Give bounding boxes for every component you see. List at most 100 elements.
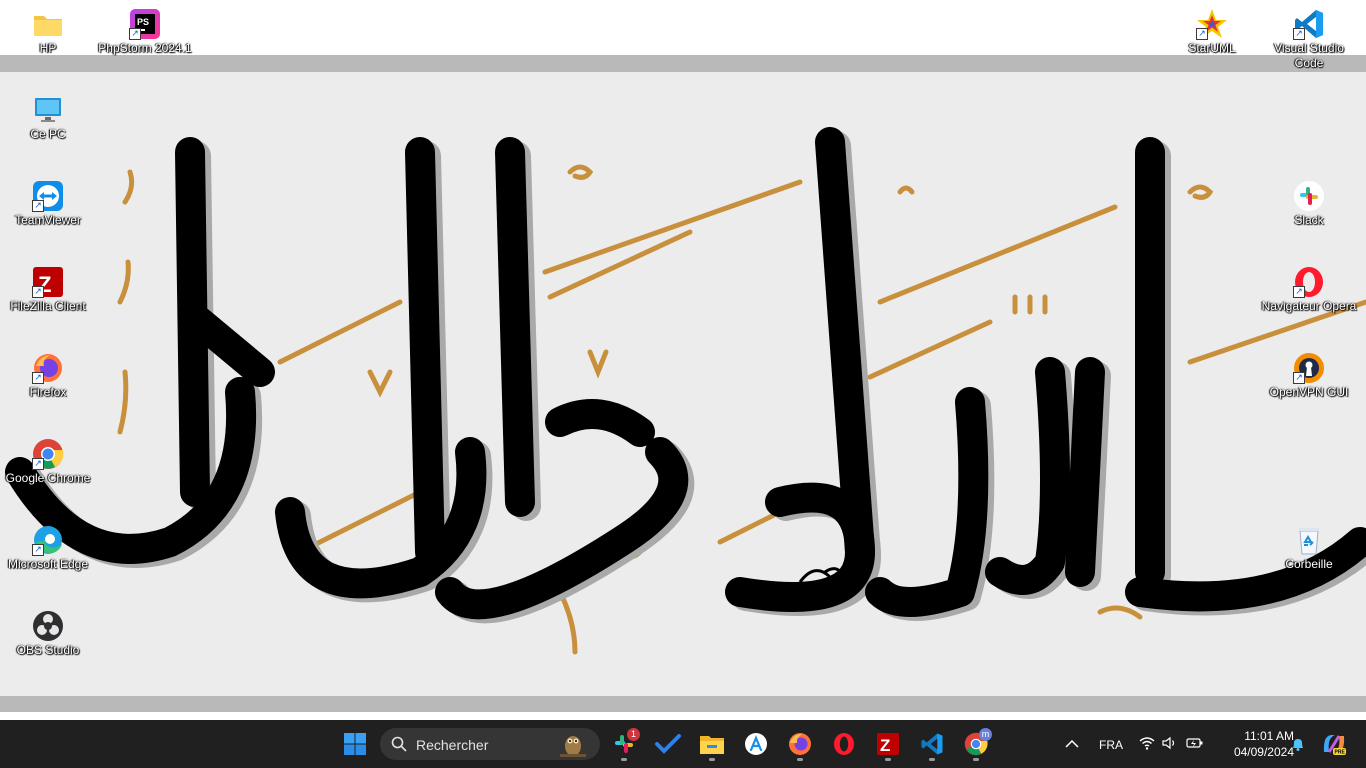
desktop-icon-label: Navigateur Opera <box>1261 299 1357 313</box>
running-indicator <box>973 758 979 761</box>
shortcut-arrow-icon: ↗ <box>1196 28 1208 40</box>
firefox-icon: ↗ <box>32 352 64 384</box>
desktop-wallpaper <box>0 0 1366 720</box>
svg-text:PS: PS <box>137 17 149 27</box>
wallpaper-bottom-band <box>0 696 1366 712</box>
taskbar-search-box[interactable]: Rechercher <box>380 728 600 760</box>
desktop-icon-label: Corbeille <box>1285 557 1333 571</box>
desktop-icon-obs[interactable]: OBS Studio <box>0 604 96 684</box>
search-highlight-owl-icon <box>560 736 586 757</box>
taskbar-app-store[interactable] <box>738 726 774 762</box>
calligraphy-artwork <box>5 127 1366 655</box>
edge-icon: ↗ <box>32 524 64 556</box>
app-store-icon <box>745 733 767 755</box>
desktop-icon-label: HP <box>39 41 57 55</box>
desktop-icon-label: Microsoft Edge <box>7 557 89 571</box>
vscode-icon <box>921 733 943 755</box>
clock-date: 04/09/2024 <box>1233 745 1294 759</box>
desktop-icon-label: TeamViewer <box>15 213 81 227</box>
desktop-icon-label: Google Chrome <box>5 471 91 485</box>
opera-icon <box>834 733 854 755</box>
wallpaper-top-band <box>0 55 1366 72</box>
desktop-icon-slack[interactable]: Slack <box>1261 174 1357 254</box>
opera-icon: ↗ <box>1293 266 1325 298</box>
this-pc-icon <box>35 98 61 122</box>
wifi-icon[interactable] <box>1139 736 1155 750</box>
desktop-icon-label: Firefox <box>29 385 67 399</box>
taskbar-chrome[interactable]: m <box>958 726 994 762</box>
taskbar-todo[interactable] <box>650 726 686 762</box>
shortcut-arrow-icon: ↗ <box>32 286 44 298</box>
desktop-icon-edge[interactable]: ↗ Microsoft Edge <box>0 518 96 598</box>
taskbar-slack[interactable]: 1 <box>606 726 642 762</box>
desktop-icon-firefox[interactable]: ↗ Firefox <box>0 346 96 426</box>
shortcut-arrow-icon: ↗ <box>32 544 44 556</box>
taskbar-filezilla[interactable]: Z <box>870 726 906 762</box>
desktop-icon-hp[interactable]: HP <box>0 2 96 82</box>
shortcut-arrow-icon: ↗ <box>32 458 44 470</box>
desktop-icon-filezilla[interactable]: Z ↗ FileZilla Client <box>0 260 96 340</box>
shortcut-arrow-icon: ↗ <box>1293 28 1305 40</box>
notification-bell-icon[interactable] <box>1290 736 1306 752</box>
recycle-bin-icon <box>1299 528 1319 555</box>
input-language[interactable]: FRA <box>1099 738 1123 752</box>
file-explorer-icon <box>700 736 724 754</box>
taskbar-vscode[interactable] <box>914 726 950 762</box>
copilot-icon[interactable]: PRE <box>1321 732 1347 756</box>
running-indicator <box>709 758 715 761</box>
taskbar-opera[interactable] <box>826 726 862 762</box>
search-icon <box>391 736 407 752</box>
notification-badge: 1 <box>627 728 640 741</box>
desktop-icon-openvpn[interactable]: ↗ OpenVPN GUI <box>1261 346 1357 426</box>
show-hidden-icons-button[interactable] <box>1054 726 1090 762</box>
taskbar-file-explorer[interactable] <box>694 726 730 762</box>
shortcut-arrow-icon: ↗ <box>1293 286 1305 298</box>
profile-badge: m <box>979 728 992 741</box>
volume-icon[interactable] <box>1162 736 1178 750</box>
desktop-icon-recycle-bin[interactable]: Corbeille <box>1261 518 1357 598</box>
desktop-icon-phpstorm[interactable]: PS ↗ PhpStorm 2024.1 <box>97 2 193 82</box>
desktop-icon-this-pc[interactable]: Ce PC <box>0 88 96 168</box>
desktop-icon-label: PhpStorm 2024.1 <box>98 41 192 55</box>
chevron-up-icon <box>1065 739 1079 748</box>
taskbar-firefox[interactable] <box>782 726 818 762</box>
shortcut-arrow-icon: ↗ <box>129 28 141 40</box>
shortcut-arrow-icon: ↗ <box>32 372 44 384</box>
desktop-icon-vscode[interactable]: ↗ Visual Studio Code <box>1261 2 1357 82</box>
clock[interactable]: 11:01 AM 04/09/2024 <box>1214 728 1294 760</box>
desktop-icon-label: Ce PC <box>30 127 66 141</box>
phpstorm-icon: PS ↗ <box>129 8 161 40</box>
desktop-icon-teamviewer[interactable]: ↗ TeamViewer <box>0 174 96 254</box>
desktop-icon-label: OBS Studio <box>16 643 80 657</box>
filezilla-icon: Z <box>877 733 899 755</box>
windows-logo-icon <box>344 733 366 755</box>
teamviewer-icon: ↗ <box>32 180 64 212</box>
desktop-icon-staruml[interactable]: ↗ StarUML <box>1164 2 1260 82</box>
search-placeholder: Rechercher <box>416 737 489 753</box>
firefox-icon <box>789 733 811 755</box>
clock-time: 11:01 AM <box>1244 729 1294 743</box>
staruml-icon: ↗ <box>1196 8 1228 40</box>
running-indicator <box>797 758 803 761</box>
desktop-icon-label: Slack <box>1294 213 1324 227</box>
filezilla-icon: Z ↗ <box>32 266 64 298</box>
running-indicator <box>885 758 891 761</box>
chrome-icon: ↗ <box>32 438 64 470</box>
desktop-icon-opera[interactable]: ↗ Navigateur Opera <box>1261 260 1357 340</box>
running-indicator <box>621 758 627 761</box>
obs-icon <box>33 611 63 641</box>
desktop-icon-label: StarUML <box>1188 41 1236 55</box>
desktop-icon-label: Visual Studio Code <box>1274 41 1344 70</box>
desktop-icon-chrome[interactable]: ↗ Google Chrome <box>0 432 96 512</box>
checkmark-icon <box>655 734 681 754</box>
start-button[interactable] <box>337 726 373 762</box>
desktop-icon-label: OpenVPN GUI <box>1269 385 1349 399</box>
openvpn-icon: ↗ <box>1293 352 1325 384</box>
shortcut-arrow-icon: ↗ <box>32 200 44 212</box>
vscode-icon: ↗ <box>1293 8 1325 40</box>
svg-text:PRE: PRE <box>1335 750 1346 756</box>
battery-charging-icon[interactable] <box>1186 736 1204 750</box>
folder-icon <box>34 16 62 36</box>
running-indicator <box>929 758 935 761</box>
slack-icon <box>1294 181 1324 211</box>
